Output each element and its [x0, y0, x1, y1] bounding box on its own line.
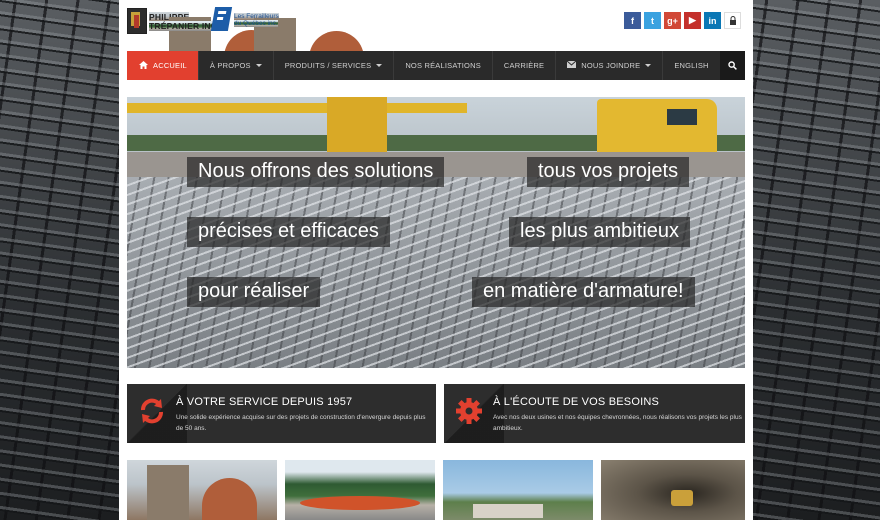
project-thumbnail-circular-site[interactable] — [285, 460, 435, 520]
nav-item-produits-services[interactable]: PRODUITS / SERVICES — [274, 51, 395, 80]
search-icon[interactable] — [719, 51, 745, 80]
chevron-down-icon — [645, 64, 652, 67]
refresh-icon — [137, 396, 167, 426]
linkedin-icon[interactable]: in — [704, 12, 721, 29]
nav-label-produits-services: PRODUITS / SERVICES — [284, 61, 372, 70]
social-links: f t g+ ▶ in — [624, 12, 741, 29]
pt-logo-mark-icon — [127, 8, 147, 34]
nav-label-a-propos: À PROPOS — [209, 61, 251, 70]
facebook-icon[interactable]: f — [624, 12, 641, 29]
page-container: PHILIPPE TRÉPANIER INC. Les Ferrailleurs… — [119, 0, 753, 520]
feature-depuis-1957: À VOTRE SERVICE DEPUIS 1957 Une solide e… — [127, 384, 436, 443]
feature-description: Avec nos deux usines et nos équipes chev… — [493, 414, 742, 432]
hero-caption-2: tous vos projets — [527, 157, 690, 187]
project-thumbnail-city[interactable] — [443, 460, 593, 520]
hero-caption-4: les plus ambitieux — [509, 217, 690, 247]
logo-ferrailleurs-quebec[interactable]: Les Ferrailleurs du Québec inc. — [210, 7, 369, 78]
feature-title: À L'ÉCOUTE DE VOS BESOINS — [493, 396, 660, 408]
hero-caption-6: en matière d'armature! — [472, 277, 695, 307]
project-thumbnail-tunnel[interactable] — [601, 460, 745, 520]
hero-crane-machine — [327, 97, 387, 152]
nav-label-carriere: CARRIÈRE — [503, 61, 545, 70]
project-thumbnail-silos[interactable] — [127, 460, 277, 520]
hero-caption-3: précises et efficaces — [187, 217, 390, 247]
fq-logo-mark-icon — [210, 7, 233, 31]
nav-label-nous-joindre: NOUS JOINDRE — [581, 61, 641, 70]
feature-title: À VOTRE SERVICE DEPUIS 1957 — [176, 396, 353, 408]
feature-a-lecoute: À L'ÉCOUTE DE VOS BESOINS Avec nos deux … — [444, 384, 745, 443]
chevron-down-icon — [376, 64, 383, 67]
logo-fq-line2: du Québec inc. — [234, 20, 369, 70]
site-header: PHILIPPE TRÉPANIER INC. Les Ferrailleurs… — [119, 0, 753, 78]
main-nav: ACCUEIL À PROPOS PRODUITS / SERVICES NOS… — [127, 51, 745, 80]
nav-label-nos-realisations: NOS RÉALISATIONS — [405, 61, 481, 70]
envelope-icon — [566, 60, 577, 70]
gear-icon — [454, 396, 484, 426]
hero-caption-5: pour réaliser — [187, 277, 321, 307]
logo-philippe-trepanier[interactable]: PHILIPPE TRÉPANIER INC. — [127, 8, 284, 77]
nav-item-nos-realisations[interactable]: NOS RÉALISATIONS — [394, 51, 493, 80]
hero-crane-beam — [127, 103, 467, 113]
nav-item-accueil[interactable]: ACCUEIL — [127, 51, 199, 80]
twitter-icon[interactable]: t — [644, 12, 661, 29]
logo-pt-line2: TRÉPANIER INC. — [149, 21, 284, 71]
feature-description: Une solide expérience acquise sur des pr… — [176, 414, 426, 432]
chevron-down-icon — [255, 64, 262, 67]
home-icon — [139, 60, 148, 71]
lock-icon[interactable] — [724, 12, 741, 29]
hero-caption-1: Nous offrons des solutions — [187, 157, 445, 187]
nav-item-a-propos[interactable]: À PROPOS — [199, 51, 274, 80]
logo-fq-line1: Les Ferrailleurs — [234, 13, 364, 78]
google-plus-icon[interactable]: g+ — [664, 12, 681, 29]
hero-rebar-mesh — [127, 177, 745, 368]
nav-item-nous-joindre[interactable]: NOUS JOINDRE — [556, 51, 664, 80]
nav-label-english: ENGLISH — [674, 61, 709, 70]
nav-item-english[interactable]: ENGLISH — [663, 51, 719, 80]
youtube-icon[interactable]: ▶ — [684, 12, 701, 29]
hero-slider[interactable]: Nous offrons des solutions tous vos proj… — [127, 97, 745, 368]
nav-label-accueil: ACCUEIL — [153, 61, 187, 70]
nav-item-carriere[interactable]: CARRIÈRE — [493, 51, 557, 80]
